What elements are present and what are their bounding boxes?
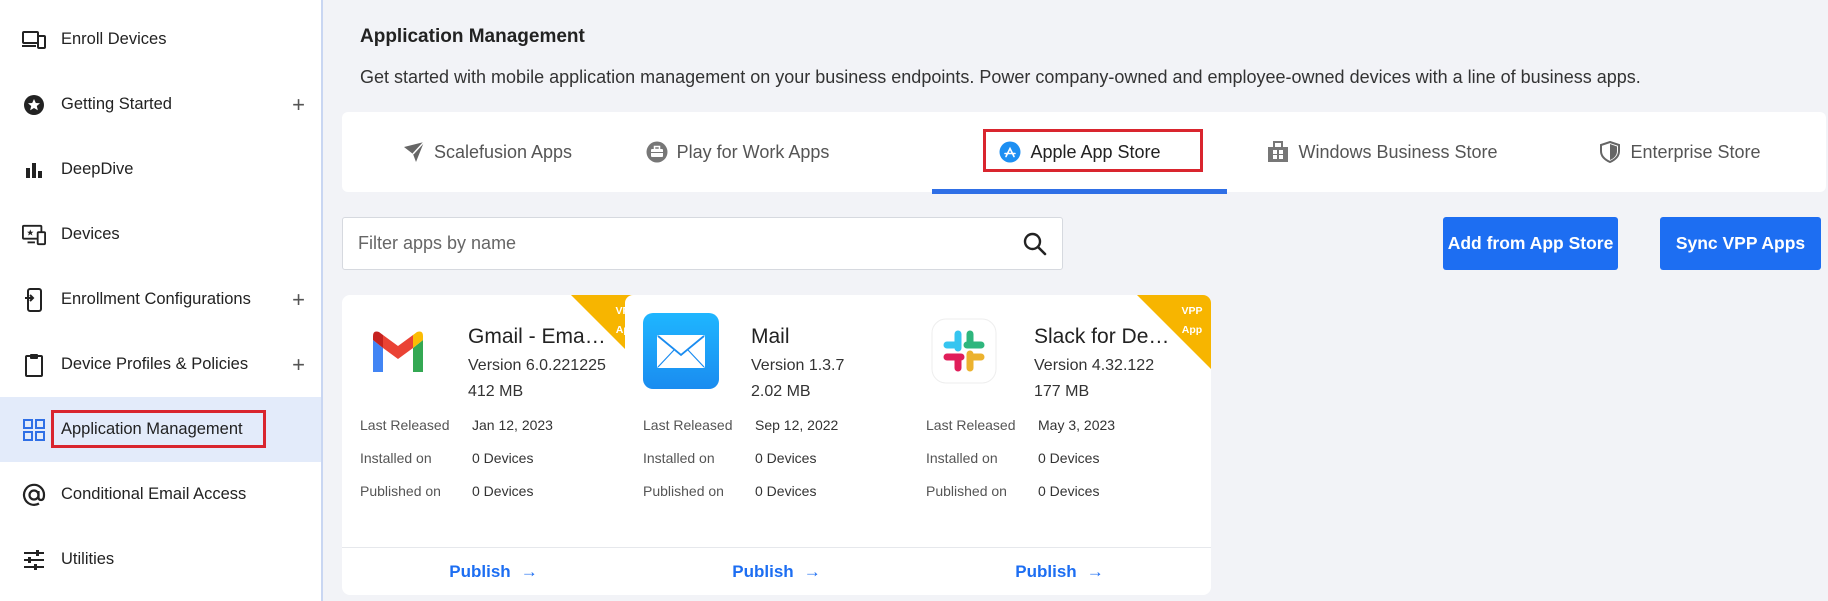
add-from-app-store-button[interactable]: Add from App Store [1443, 217, 1618, 270]
sidebar-item-label: Device Profiles & Policies [61, 355, 249, 373]
app-version: Version 4.32.122 [1034, 357, 1155, 374]
sidebar-item-utilities[interactable]: Utilities [0, 527, 321, 592]
store-bag-icon [1266, 140, 1290, 164]
sidebar-item-deepdive[interactable]: DeepDive [0, 137, 321, 202]
page-subtitle: Get started with mobile application mana… [360, 67, 1641, 87]
published-on-value: 0 Devices [472, 483, 534, 499]
sidebar-item-label: Enroll Devices [61, 30, 167, 48]
highlight-box-sidebar [51, 410, 266, 448]
app-name: Slack for Desktop [1034, 325, 1174, 348]
tab-windows-business-store[interactable]: Windows Business Store [1222, 112, 1542, 192]
sidebar-item-label: Utilities [61, 550, 115, 568]
sidebar-item-device-profiles[interactable]: Device Profiles & Policies + [0, 332, 321, 397]
slack-icon [926, 313, 1002, 389]
publish-label: Publish [449, 562, 511, 581]
published-on-label: Published on [643, 483, 724, 499]
grid-icon [22, 418, 46, 442]
gmail-icon [360, 313, 436, 389]
app-size: 412 MB [468, 383, 524, 400]
last-released-value: Jan 12, 2023 [472, 417, 553, 433]
published-on-value: 0 Devices [755, 483, 817, 499]
app-card-gmail: VPPApp Gmail - Email by Google Version 6… [342, 295, 645, 595]
search-icon[interactable] [1022, 231, 1048, 257]
publish-label: Publish [1015, 562, 1077, 581]
sidebar-item-label: DeepDive [61, 160, 134, 178]
installed-on-label: Installed on [643, 450, 715, 466]
installed-on-label: Installed on [926, 450, 998, 466]
tab-enterprise-store[interactable]: Enterprise Store [1552, 112, 1807, 192]
star-badge-icon [22, 93, 46, 117]
app-size: 2.02 MB [751, 383, 811, 400]
expand-plus-icon[interactable]: + [292, 93, 305, 116]
installed-on-label: Installed on [360, 450, 432, 466]
sidebar-item-getting-started[interactable]: Getting Started + [0, 72, 321, 137]
app-name: Gmail - Email by Google [468, 325, 608, 348]
at-icon [22, 483, 46, 507]
installed-on-value: 0 Devices [1038, 450, 1100, 466]
sidebar: Enroll Devices Getting Started + DeepDiv… [0, 0, 323, 601]
sidebar-item-label: Conditional Email Access [61, 485, 247, 503]
last-released-label: Last Released [360, 417, 450, 433]
app-size: 177 MB [1034, 383, 1090, 400]
last-released-value: Sep 12, 2022 [755, 417, 839, 433]
sidebar-item-enrollment-configurations[interactable]: Enrollment Configurations + [0, 267, 321, 332]
app-card-slack: VPP App Slack for Desktop Version 4.32.12… [908, 295, 1211, 595]
mail-icon [643, 313, 719, 389]
tab-scalefusion-apps[interactable]: Scalefusion Apps [342, 112, 632, 192]
arrow-right-icon: → [1086, 562, 1104, 581]
tab-label: Enterprise Store [1630, 141, 1761, 162]
scalefusion-icon [402, 140, 426, 164]
page-title: Application Management [360, 26, 585, 47]
publish-label: Publish [732, 562, 794, 581]
highlight-box-tab [983, 129, 1203, 172]
app-card-mail: Mail Version 1.3.7 2.02 MB Last Released… [625, 295, 928, 595]
expand-plus-icon[interactable]: + [292, 288, 305, 311]
publish-button[interactable]: Publish → [908, 557, 1211, 587]
filter-box [342, 217, 1063, 270]
bar-chart-icon [22, 158, 46, 182]
installed-on-value: 0 Devices [472, 450, 534, 466]
arrow-right-icon: → [520, 562, 538, 581]
card-divider [342, 547, 645, 548]
card-divider [625, 547, 928, 548]
arrow-right-icon: → [803, 562, 821, 581]
tab-label: Scalefusion Apps [433, 141, 573, 162]
tab-label: Windows Business Store [1298, 141, 1498, 162]
app-version: Version 6.0.221225 [468, 357, 606, 374]
vpp-label: VPP [1181, 305, 1203, 317]
briefcase-icon [645, 140, 669, 164]
sidebar-item-label: Enrollment Configurations [61, 290, 251, 308]
published-on-label: Published on [926, 483, 1007, 499]
sliders-icon [22, 548, 46, 572]
active-tab-indicator [932, 189, 1227, 194]
sidebar-item-label: Devices [61, 225, 120, 243]
monitor-icon [22, 223, 46, 247]
app-label: App [1181, 324, 1203, 336]
shield-icon [1598, 140, 1622, 164]
clipboard-icon [22, 353, 46, 377]
publish-button[interactable]: Publish → [625, 557, 928, 587]
sidebar-item-conditional-email-access[interactable]: Conditional Email Access [0, 462, 321, 527]
last-released-value: May 3, 2023 [1038, 417, 1116, 433]
main-content: Application Management Get started with … [323, 0, 1828, 601]
expand-plus-icon[interactable]: + [292, 353, 305, 376]
sidebar-item-devices[interactable]: Devices [0, 202, 321, 267]
tab-play-for-work-apps[interactable]: Play for Work Apps [592, 112, 882, 192]
published-on-label: Published on [360, 483, 441, 499]
sync-vpp-apps-button[interactable]: Sync VPP Apps [1660, 217, 1821, 270]
app-name: Mail [751, 325, 790, 348]
tab-label: Play for Work Apps [676, 141, 830, 162]
last-released-label: Last Released [643, 417, 733, 433]
phone-enroll-icon [22, 287, 46, 312]
installed-on-value: 0 Devices [755, 450, 817, 466]
last-released-label: Last Released [926, 417, 1016, 433]
sidebar-item-enroll-devices[interactable]: Enroll Devices [0, 7, 321, 72]
sidebar-item-label: Getting Started [61, 95, 172, 113]
app-version: Version 1.3.7 [751, 357, 845, 374]
devices-icon [22, 28, 46, 52]
card-divider [908, 547, 1211, 548]
published-on-value: 0 Devices [1038, 483, 1100, 499]
filter-apps-input[interactable] [358, 218, 998, 269]
publish-button[interactable]: Publish → [342, 557, 645, 587]
